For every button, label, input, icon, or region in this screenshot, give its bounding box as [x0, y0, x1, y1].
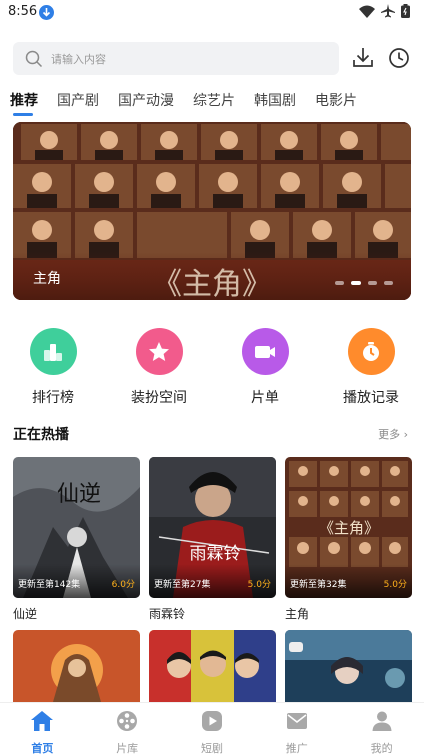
video-card[interactable]	[149, 630, 276, 702]
card-update: 更新至第142集	[18, 580, 81, 590]
active-tab-indicator	[13, 113, 33, 116]
bottom-navigation: 首页 片库 短剧 推广 我的	[0, 702, 424, 754]
video-card[interactable]: 雨霖铃 更新至第27集 5.0分 雨霖铃	[149, 457, 276, 622]
download-notification-icon	[39, 5, 54, 20]
card-score: 5.0分	[247, 580, 271, 590]
nav-label: 推广	[285, 742, 308, 754]
category-tabs: 推荐 国产剧 国产动漫 综艺片 韩国剧 电影片	[10, 92, 376, 122]
playlist-icon	[241, 328, 289, 375]
search-icon	[25, 50, 43, 68]
poster-title: 雨霖铃	[190, 544, 241, 564]
play-icon	[201, 711, 222, 731]
banner-dot[interactable]	[368, 281, 377, 285]
shortcut-ranking[interactable]: 排行榜	[8, 328, 98, 407]
nav-label: 我的	[370, 742, 393, 754]
nav-short-drama[interactable]: 短剧	[170, 703, 255, 754]
status-time: 8:56	[8, 4, 38, 19]
card-poster: 仙逆 更新至第142集 6.0分	[13, 457, 140, 598]
nav-label: 短剧	[200, 742, 223, 754]
nav-label: 首页	[31, 742, 54, 754]
download-icon[interactable]	[352, 46, 374, 70]
shortcut-playlist[interactable]: 片单	[220, 328, 310, 407]
shortcut-history[interactable]: 播放记录	[326, 328, 416, 407]
nav-label: 片库	[116, 742, 139, 754]
tab-domestic-anime[interactable]: 国产动漫	[118, 92, 174, 122]
star-icon	[135, 328, 183, 375]
card-poster: 《主角》 更新至第32集 5.0分	[285, 457, 412, 598]
envelope-icon	[286, 713, 307, 729]
history-clock-icon[interactable]	[388, 46, 410, 70]
tab-movie[interactable]: 电影片	[315, 92, 357, 122]
banner-dot[interactable]	[335, 281, 344, 285]
ranking-icon	[29, 328, 77, 375]
shortcut-dressup[interactable]: 装扮空间	[114, 328, 204, 407]
tab-variety[interactable]: 综艺片	[193, 92, 235, 122]
banner-pagination	[335, 281, 393, 285]
card-update: 更新至第32集	[290, 580, 347, 590]
card-poster: 雨霖铃 更新至第27集 5.0分	[149, 457, 276, 598]
tab-korean-drama[interactable]: 韩国剧	[254, 92, 296, 122]
film-reel-icon	[117, 711, 138, 731]
shortcut-label: 排行榜	[32, 390, 74, 406]
shortcut-label: 装扮空间	[131, 390, 187, 406]
banner-watermark: 《主角》	[152, 267, 272, 300]
card-title: 雨霖铃	[149, 607, 186, 621]
section-title: 正在热播	[13, 427, 69, 443]
airplane-icon	[381, 4, 395, 18]
banner-caption: 主角	[33, 271, 61, 287]
shortcut-label: 播放记录	[343, 390, 399, 406]
tab-recommend[interactable]: 推荐	[10, 92, 38, 122]
tab-domestic-drama[interactable]: 国产剧	[57, 92, 99, 122]
card-title: 主角	[285, 607, 310, 621]
card-update: 更新至第27集	[154, 580, 211, 590]
card-score: 6.0分	[111, 580, 135, 590]
status-bar: 8:56	[0, 0, 424, 26]
card-title: 仙逆	[13, 607, 38, 621]
nav-profile[interactable]: 我的	[339, 703, 424, 754]
video-card[interactable]: 《主角》 更新至第32集 5.0分 主角	[285, 457, 412, 622]
banner-dot-active[interactable]	[351, 281, 361, 285]
video-card[interactable]	[13, 630, 140, 702]
search-placeholder: 请输入内容	[51, 53, 106, 66]
more-link[interactable]: 更多 ›	[378, 426, 408, 442]
banner-image: 《主角》	[13, 122, 411, 300]
wifi-icon	[359, 5, 375, 18]
nav-home[interactable]: 首页	[0, 703, 85, 754]
banner-dot[interactable]	[384, 281, 393, 285]
home-icon	[31, 711, 54, 731]
poster-title: 《主角》	[319, 519, 379, 537]
clock-icon	[347, 328, 395, 375]
video-card[interactable]: 仙逆 更新至第142集 6.0分 仙逆	[13, 457, 140, 622]
nav-promote[interactable]: 推广	[254, 703, 339, 754]
battery-icon	[401, 4, 410, 18]
hero-banner[interactable]: 《主角》 主角	[13, 122, 411, 300]
poster-title: 仙逆	[57, 482, 101, 507]
nav-library[interactable]: 片库	[85, 703, 170, 754]
shortcut-label: 片单	[251, 390, 279, 406]
user-icon	[372, 711, 392, 731]
card-score: 5.0分	[383, 580, 407, 590]
video-card[interactable]	[285, 630, 412, 702]
search-input[interactable]: 请输入内容	[13, 42, 339, 75]
